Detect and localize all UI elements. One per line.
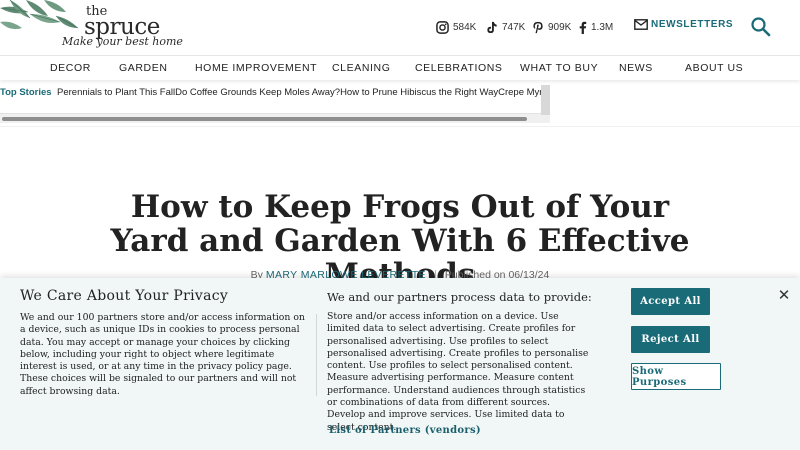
tiktok-icon [487,21,497,33]
logo-tagline: Make your best home [62,35,183,48]
top-story-link[interactable]: Do Coffee Grounds Keep Moles Away? [175,87,340,98]
facebook-count: 1.3M [591,21,614,33]
search-icon[interactable] [750,16,772,38]
top-stories-scrollbar[interactable] [0,113,550,123]
nav-item-celebrations[interactable]: CELEBRATIONS [415,62,503,74]
pinterest-link[interactable]: 909K [532,18,571,36]
accept-all-button[interactable]: Accept All [631,288,710,315]
pinterest-icon [533,21,543,33]
tiktok-count: 747K [502,21,526,33]
close-icon[interactable]: ✕ [776,288,792,304]
purposes-body: Store and/or access information on a dev… [327,311,589,433]
top-stories-links: Perennials to Plant This FallDo Coffee G… [57,87,550,98]
consent-title: We Care About Your Privacy [20,288,229,304]
list-of-partners-link[interactable]: List of Partners (vendors) [329,425,481,436]
top-stories-label: Top Stories [0,87,52,98]
nav-item-garden[interactable]: GARDEN [119,62,168,74]
nav-item-cleaning[interactable]: CLEANING [332,62,390,74]
instagram-count: 584K [453,21,477,33]
divider [0,126,800,127]
purposes-title: We and our partners process data to prov… [327,290,592,304]
nav-item-home-improvement[interactable]: HOME IMPROVEMENT [195,62,317,74]
privacy-consent-banner: We Care About Your Privacy We and our 10… [0,278,800,450]
top-story-link[interactable]: How to Prune Hibiscus the Right Way [340,87,498,98]
top-story-link[interactable]: Perennials to Plant This Fall [57,87,175,98]
instagram-icon [436,20,449,34]
pinterest-count: 909K [548,21,572,33]
top-stories-scroll-edge [541,85,550,115]
facebook-link[interactable]: 1.3M [578,18,613,36]
nav-item-about-us[interactable]: ABOUT US [685,62,743,74]
nav-item-what-to-buy[interactable]: WHAT TO BUY [520,62,598,74]
main-nav: DECOR GARDEN HOME IMPROVEMENT CLEANING C… [0,56,800,80]
mail-icon [634,19,648,30]
show-purposes-button[interactable]: Show Purposes [631,363,721,390]
newsletters-link[interactable]: NEWSLETTERS [634,19,733,30]
instagram-link[interactable]: 584K [436,18,476,36]
consent-divider [316,314,317,396]
nav-item-decor[interactable]: DECOR [50,62,91,74]
scrollbar-thumb[interactable] [2,117,527,121]
reject-all-button[interactable]: Reject All [631,326,710,353]
top-stories-bar: Top Stories Perennials to Plant This Fal… [0,84,550,124]
nav-item-news[interactable]: NEWS [619,62,653,74]
consent-body: We and our 100 partners store and/or acc… [20,312,305,397]
tiktok-link[interactable]: 747K [486,18,525,36]
facebook-icon [579,21,587,34]
site-header: the spruce Make your best home 584K 747K… [0,0,800,56]
site-logo[interactable]: the spruce Make your best home [62,4,183,52]
newsletters-label: NEWSLETTERS [651,19,734,30]
